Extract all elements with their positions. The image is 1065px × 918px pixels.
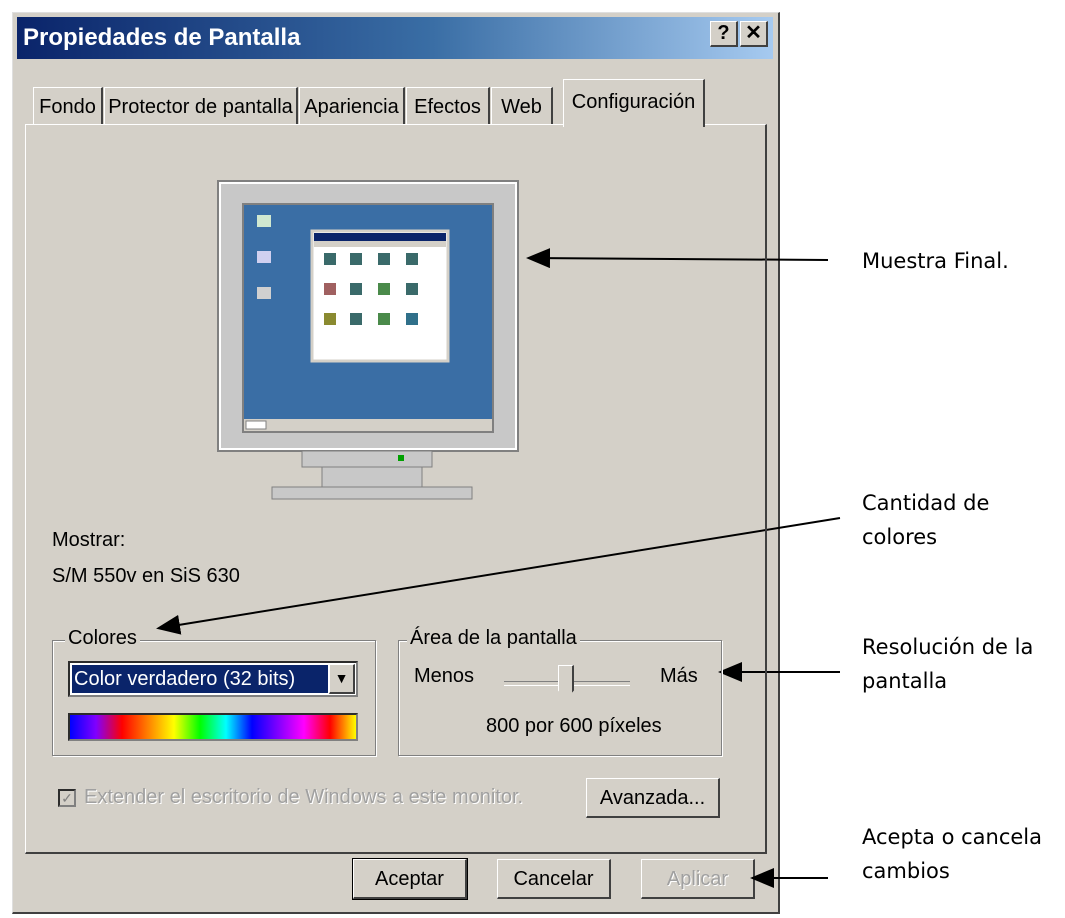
annotation-accept-cancel: Acepta o cancela cambios <box>862 825 1042 883</box>
preview-taskbar <box>244 419 492 431</box>
desktop-icon <box>257 215 271 227</box>
annotation-colors: Cantidad de colores <box>862 491 990 549</box>
desktop-icon <box>257 251 271 263</box>
tab-configuracion[interactable]: Configuración <box>563 79 705 127</box>
screen-area-legend: Área de la pantalla <box>407 627 580 650</box>
display-label: Mostrar: <box>52 529 126 551</box>
annotation-preview: Muestra Final. <box>862 249 1009 273</box>
colors-select[interactable]: Color verdadero (32 bits) ▼ <box>68 661 358 697</box>
advanced-button[interactable]: Avanzada... <box>586 778 720 818</box>
display-properties-dialog: Propiedades de Pantalla ? ✕ Fondo Protec… <box>12 12 780 914</box>
colors-selected-value: Color verdadero (32 bits) <box>71 664 329 694</box>
slider-more-label: Más <box>660 665 698 687</box>
color-spectrum-bar <box>68 713 358 741</box>
extend-desktop-checkbox[interactable]: ✓ <box>58 789 76 807</box>
chevron-down-icon[interactable]: ▼ <box>329 664 355 694</box>
display-device: S/M 550v en SiS 630 <box>52 565 240 587</box>
annotation-resolution: Resolución de la pantalla <box>862 635 1034 693</box>
settings-panel: Mostrar: S/M 550v en SiS 630 Colores Col… <box>25 124 767 854</box>
preview-window <box>310 229 450 363</box>
colors-legend: Colores <box>65 627 140 650</box>
advanced-button-label: Avanzada... <box>599 787 706 809</box>
tab-label: Configuración <box>571 91 696 113</box>
slider-less-label: Menos <box>414 665 475 687</box>
monitor-preview <box>217 180 519 500</box>
resolution-value: 800 por 600 píxeles <box>486 715 662 737</box>
desktop-icon <box>257 287 271 299</box>
extend-desktop-label: Extender el escritorio de Windows a este… <box>84 786 524 808</box>
screen-area-group: Área de la pantalla <box>398 627 722 756</box>
